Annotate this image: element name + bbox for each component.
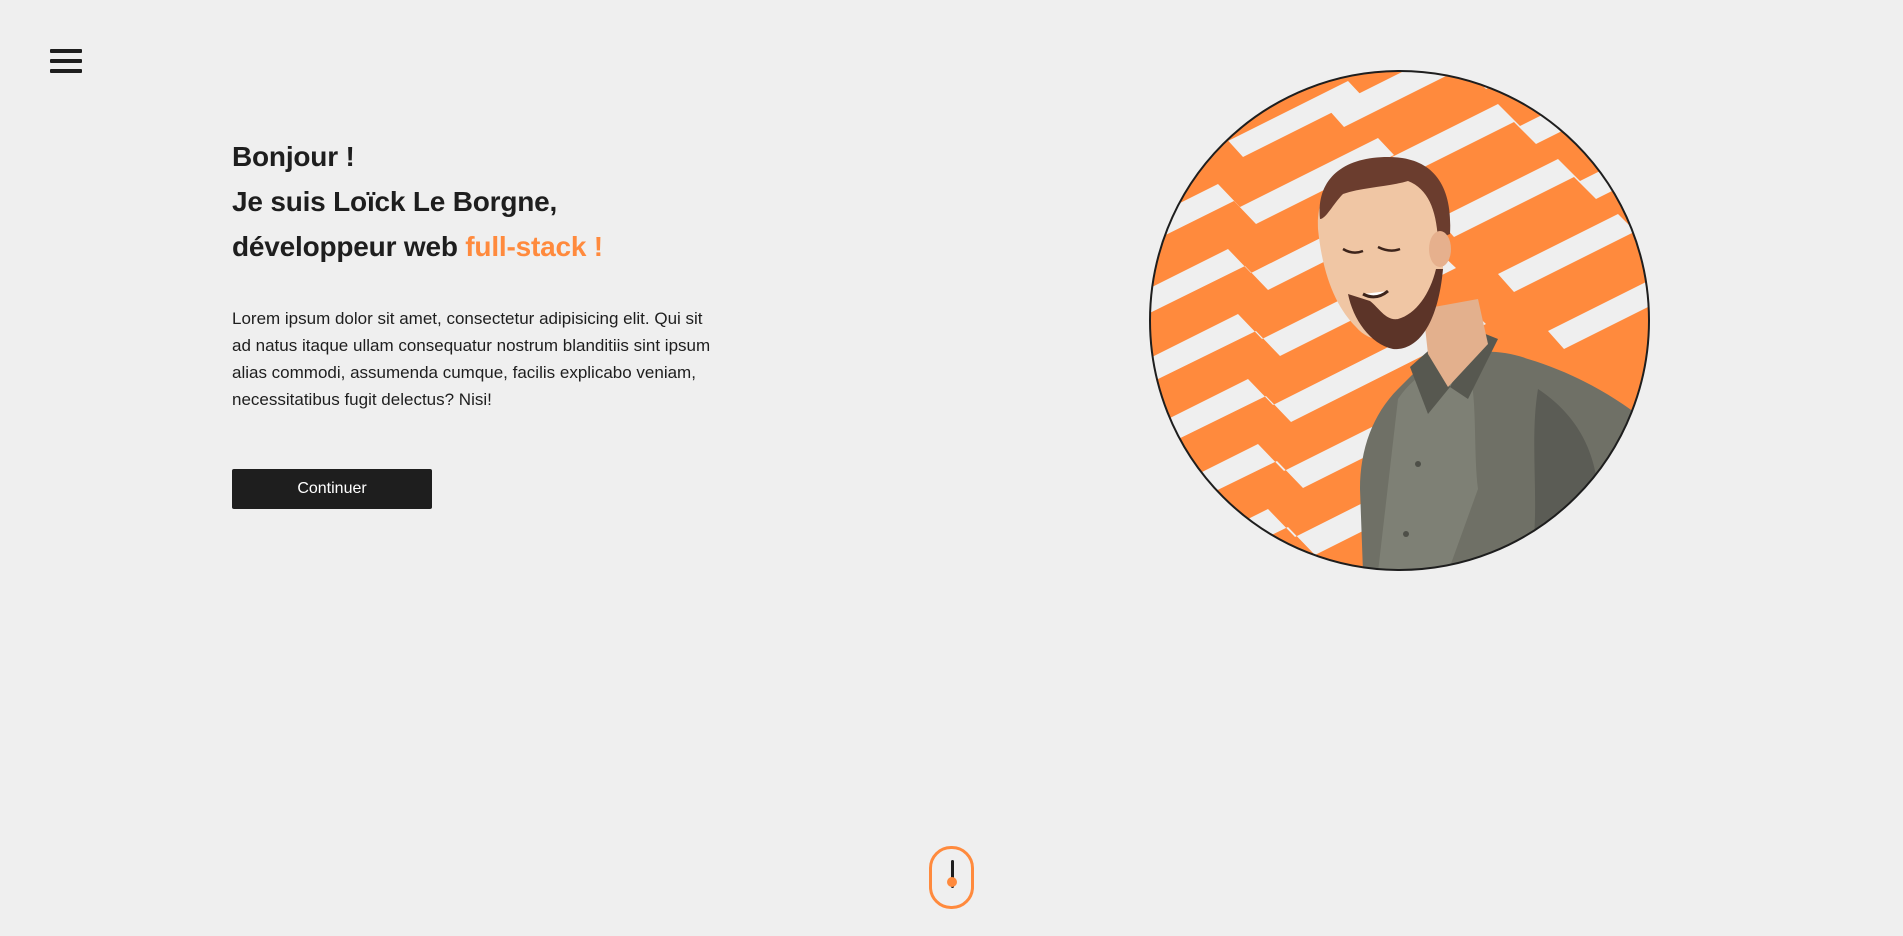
mouse-scroll-icon[interactable] [929, 846, 974, 909]
greeting: Bonjour ! [232, 141, 355, 172]
menu-bar-middle [50, 59, 82, 63]
hero-heading: Bonjour ! Je suis Loïck Le Borgne, dével… [232, 134, 722, 269]
hero-paragraph: Lorem ipsum dolor sit amet, consectetur … [232, 309, 711, 409]
role-prefix: développeur web [232, 231, 466, 262]
menu-bar-bottom [50, 69, 82, 73]
menu-bar-top [50, 49, 82, 53]
scroll-dot [947, 877, 957, 887]
portrait-image [1148, 69, 1651, 572]
hamburger-menu-icon[interactable] [46, 44, 86, 78]
role-highlight: full-stack ! [465, 231, 603, 262]
intro-line: Je suis Loïck Le Borgne, [232, 186, 558, 217]
continue-button[interactable]: Continuer [232, 469, 432, 509]
page: Bonjour ! Je suis Loïck Le Borgne, dével… [0, 0, 1903, 936]
hero-section: Bonjour ! Je suis Loïck Le Borgne, dével… [232, 134, 722, 509]
role-line: développeur web full-stack ! [232, 224, 722, 269]
